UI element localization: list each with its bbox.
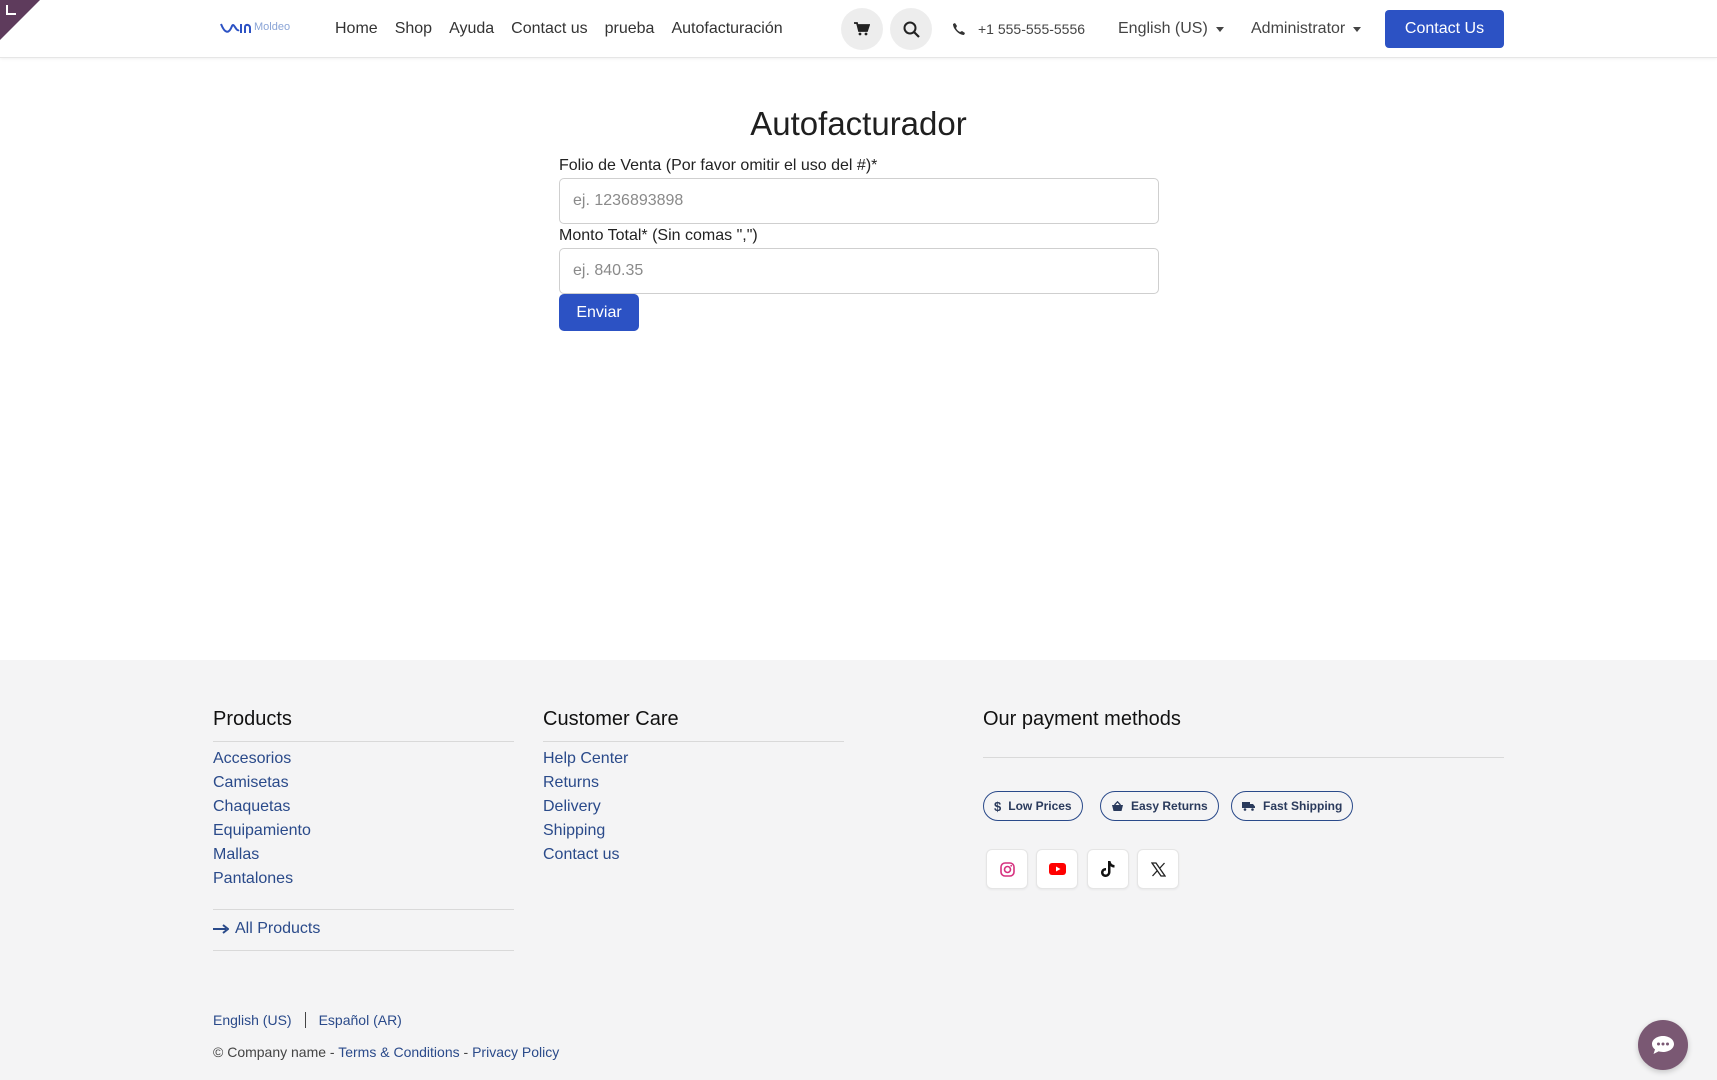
user-dropdown[interactable]: Administrator bbox=[1251, 0, 1362, 58]
fast-shipping-badge: Fast Shipping bbox=[1231, 791, 1354, 821]
search-icon bbox=[903, 21, 920, 38]
divider bbox=[983, 757, 1504, 758]
user-name: Administrator bbox=[1251, 20, 1346, 37]
language-dropdown[interactable]: English (US) bbox=[1118, 0, 1224, 58]
list-item[interactable]: Pantalones bbox=[213, 870, 311, 894]
products-link[interactable]: Equipamiento bbox=[213, 822, 311, 839]
main-nav: Home Shop Ayuda Contact us prueba Autofa… bbox=[335, 0, 783, 58]
x-icon bbox=[1150, 861, 1166, 877]
nav-prueba[interactable]: prueba bbox=[605, 20, 655, 38]
folio-input[interactable] bbox=[559, 178, 1159, 224]
list-item[interactable]: Equipamiento bbox=[213, 822, 311, 846]
nav-autofacturacion[interactable]: Autofacturación bbox=[671, 20, 782, 38]
arrow-right-icon bbox=[213, 924, 229, 934]
products-link[interactable]: Pantalones bbox=[213, 870, 293, 887]
lang-espanol[interactable]: Español (AR) bbox=[319, 1012, 402, 1028]
cart-icon bbox=[854, 22, 870, 36]
divider bbox=[213, 741, 514, 742]
site-header: Moldeo Home Shop Ayuda Contact us prueba… bbox=[0, 0, 1717, 58]
customer-care-heading: Customer Care bbox=[543, 708, 679, 730]
all-products-label: All Products bbox=[235, 920, 321, 937]
badge-label: Low Prices bbox=[1008, 799, 1072, 813]
all-products-link[interactable]: All Products bbox=[213, 920, 320, 938]
chevron-down-icon bbox=[1215, 26, 1224, 32]
corner-icon bbox=[6, 5, 16, 15]
care-link[interactable]: Shipping bbox=[543, 822, 605, 839]
divider bbox=[213, 950, 514, 951]
dollar-icon: $ bbox=[994, 798, 1002, 814]
language-label: English (US) bbox=[1118, 20, 1208, 37]
list-item[interactable]: Chaquetas bbox=[213, 798, 311, 822]
chat-bubble-icon bbox=[1652, 1036, 1674, 1054]
list-item[interactable]: Returns bbox=[543, 774, 628, 798]
search-button[interactable] bbox=[890, 8, 932, 50]
list-item[interactable]: Accesorios bbox=[213, 750, 311, 774]
products-link[interactable]: Chaquetas bbox=[213, 798, 290, 815]
instagram-icon bbox=[999, 861, 1015, 877]
truck-icon bbox=[1242, 802, 1255, 811]
youtube-link[interactable] bbox=[1036, 849, 1078, 889]
privacy-link[interactable]: Privacy Policy bbox=[472, 1044, 559, 1060]
live-chat-button[interactable] bbox=[1638, 1020, 1688, 1070]
folio-label: Folio de Venta (Por favor omitir el uso … bbox=[559, 157, 878, 174]
separator bbox=[304, 1012, 306, 1028]
divider bbox=[213, 909, 514, 910]
care-link[interactable]: Returns bbox=[543, 774, 599, 791]
products-link[interactable]: Mallas bbox=[213, 846, 259, 863]
site-logo[interactable]: Moldeo bbox=[220, 14, 292, 40]
enviar-button[interactable]: Enviar bbox=[559, 294, 639, 331]
monto-label: Monto Total* (Sin comas ",") bbox=[559, 227, 758, 244]
copyright: © Company name - Terms & Conditions - Pr… bbox=[213, 1044, 559, 1060]
list-item[interactable]: Contact us bbox=[543, 846, 628, 870]
badge-label: Easy Returns bbox=[1131, 799, 1208, 813]
low-prices-badge: $ Low Prices bbox=[983, 791, 1083, 821]
terms-link[interactable]: Terms & Conditions bbox=[338, 1044, 459, 1060]
tiktok-link[interactable] bbox=[1087, 849, 1129, 889]
logo-text: Moldeo bbox=[254, 21, 291, 33]
list-item[interactable]: Camisetas bbox=[213, 774, 311, 798]
chevron-down-icon bbox=[1353, 26, 1362, 32]
list-item[interactable]: Help Center bbox=[543, 750, 628, 774]
badge-label: Fast Shipping bbox=[1263, 799, 1343, 813]
easy-returns-badge: Easy Returns bbox=[1100, 791, 1219, 821]
list-item[interactable]: Delivery bbox=[543, 798, 628, 822]
list-item[interactable]: Shipping bbox=[543, 822, 628, 846]
care-link[interactable]: Help Center bbox=[543, 750, 628, 767]
products-link[interactable]: Camisetas bbox=[213, 774, 289, 791]
nav-home[interactable]: Home bbox=[335, 20, 378, 38]
care-link[interactable]: Delivery bbox=[543, 798, 601, 815]
nav-shop[interactable]: Shop bbox=[395, 20, 432, 38]
footer-language-switcher: English (US) Español (AR) bbox=[213, 1012, 402, 1028]
nav-ayuda[interactable]: Ayuda bbox=[449, 20, 494, 38]
cart-button[interactable] bbox=[841, 8, 883, 50]
care-link[interactable]: Contact us bbox=[543, 846, 619, 863]
instagram-link[interactable] bbox=[986, 849, 1028, 889]
products-list: Accesorios Camisetas Chaquetas Equipamie… bbox=[213, 750, 311, 894]
nav-contact-us[interactable]: Contact us bbox=[511, 20, 587, 38]
phone-icon bbox=[953, 23, 965, 35]
logo-mark-icon bbox=[220, 23, 251, 33]
youtube-icon bbox=[1048, 863, 1066, 875]
copyright-text: © Company name - bbox=[213, 1044, 339, 1060]
divider bbox=[543, 741, 844, 742]
phone-number: +1 555-555-5556 bbox=[978, 21, 1086, 37]
page-title: Autofacturador bbox=[750, 105, 967, 142]
basket-icon bbox=[1112, 800, 1123, 811]
monto-input[interactable] bbox=[559, 248, 1159, 294]
payment-methods-heading: Our payment methods bbox=[983, 708, 1181, 730]
customer-care-list: Help Center Returns Delivery Shipping Co… bbox=[543, 750, 628, 870]
phone-link[interactable]: +1 555-555-5556 bbox=[952, 0, 1085, 58]
list-item[interactable]: Mallas bbox=[213, 846, 311, 870]
products-link[interactable]: Accesorios bbox=[213, 750, 291, 767]
lang-english[interactable]: English (US) bbox=[213, 1012, 292, 1028]
products-heading: Products bbox=[213, 708, 292, 730]
contact-us-button[interactable]: Contact Us bbox=[1385, 10, 1504, 48]
x-link[interactable] bbox=[1137, 849, 1179, 889]
tiktok-icon bbox=[1101, 861, 1115, 877]
copyright-dash: - bbox=[459, 1044, 473, 1060]
